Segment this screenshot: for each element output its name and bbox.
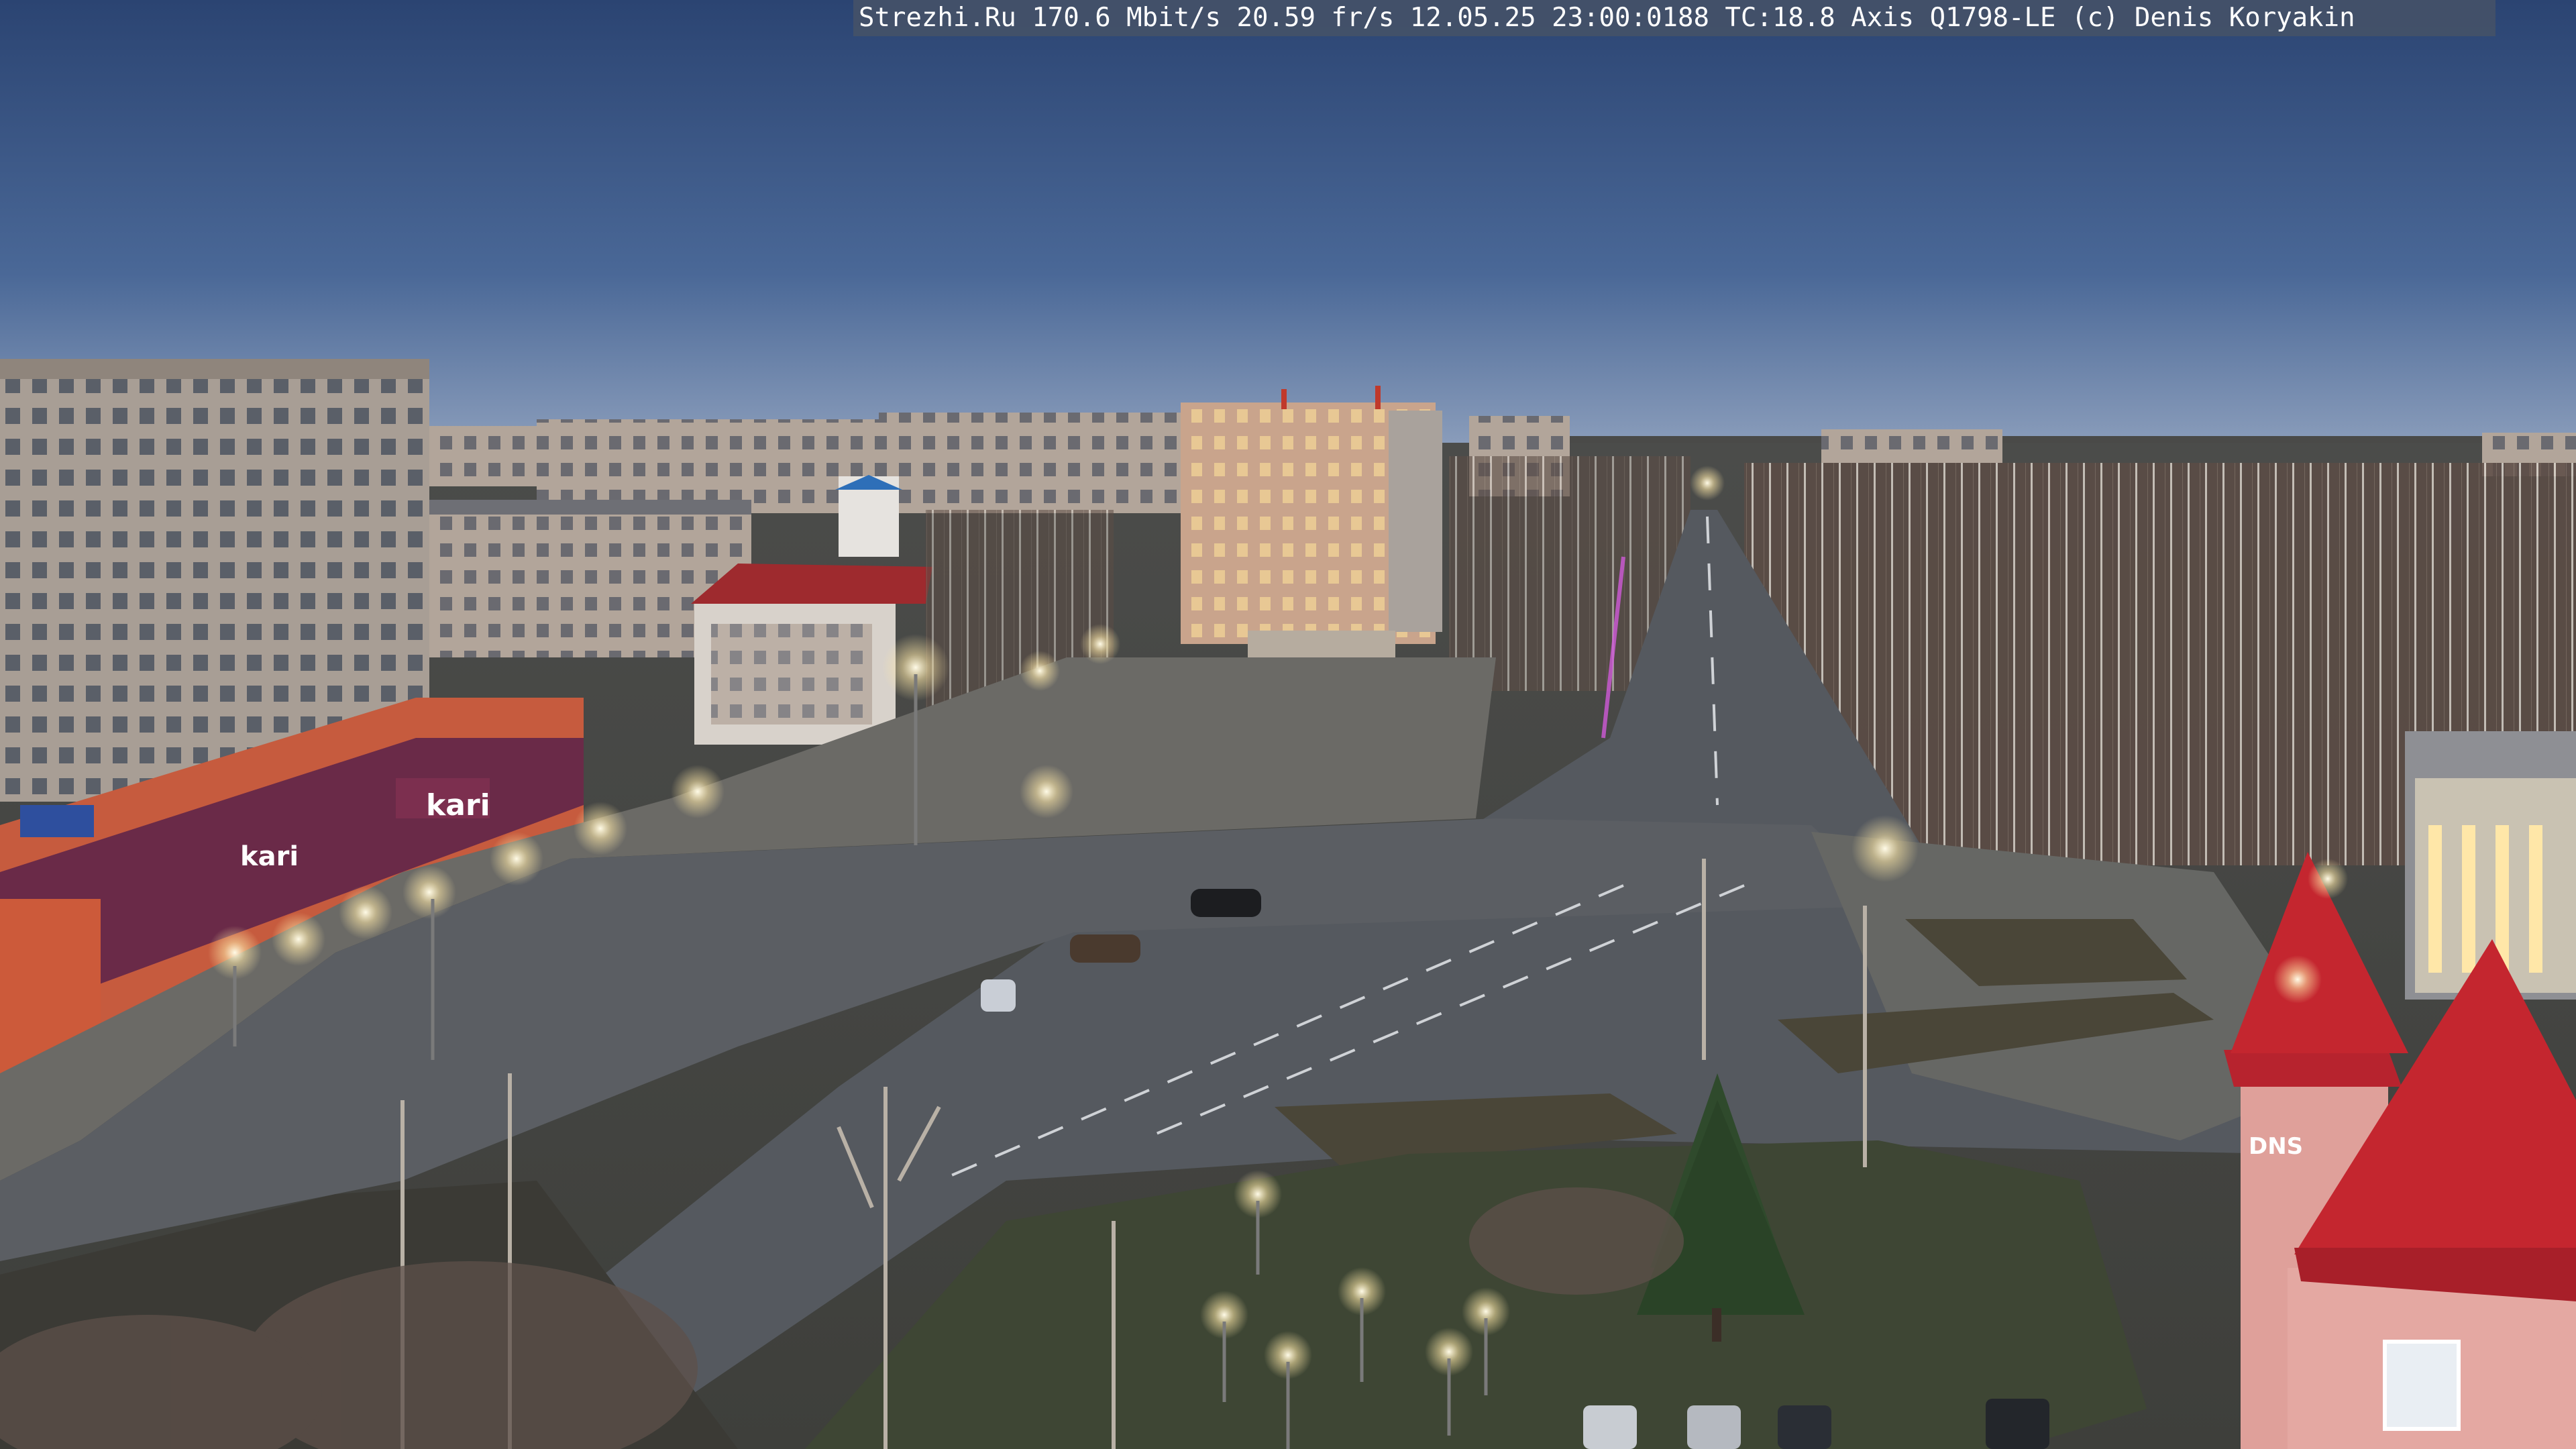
store-sign-kari: kari — [426, 788, 490, 822]
webcam-scene: kari kari DNS — [0, 0, 2576, 1449]
dns-sign: DNS — [2249, 1133, 2303, 1160]
camera-info-overlay: Strezhi.Ru 170.6 Mbit/s 20.59 fr/s 12.05… — [853, 0, 2496, 36]
camera-info-text: Strezhi.Ru 170.6 Mbit/s 20.59 fr/s 12.05… — [859, 3, 2355, 33]
scene-illustration: kari kari DNS — [0, 0, 2576, 1449]
store-sign-kari-2: kari — [240, 841, 299, 872]
